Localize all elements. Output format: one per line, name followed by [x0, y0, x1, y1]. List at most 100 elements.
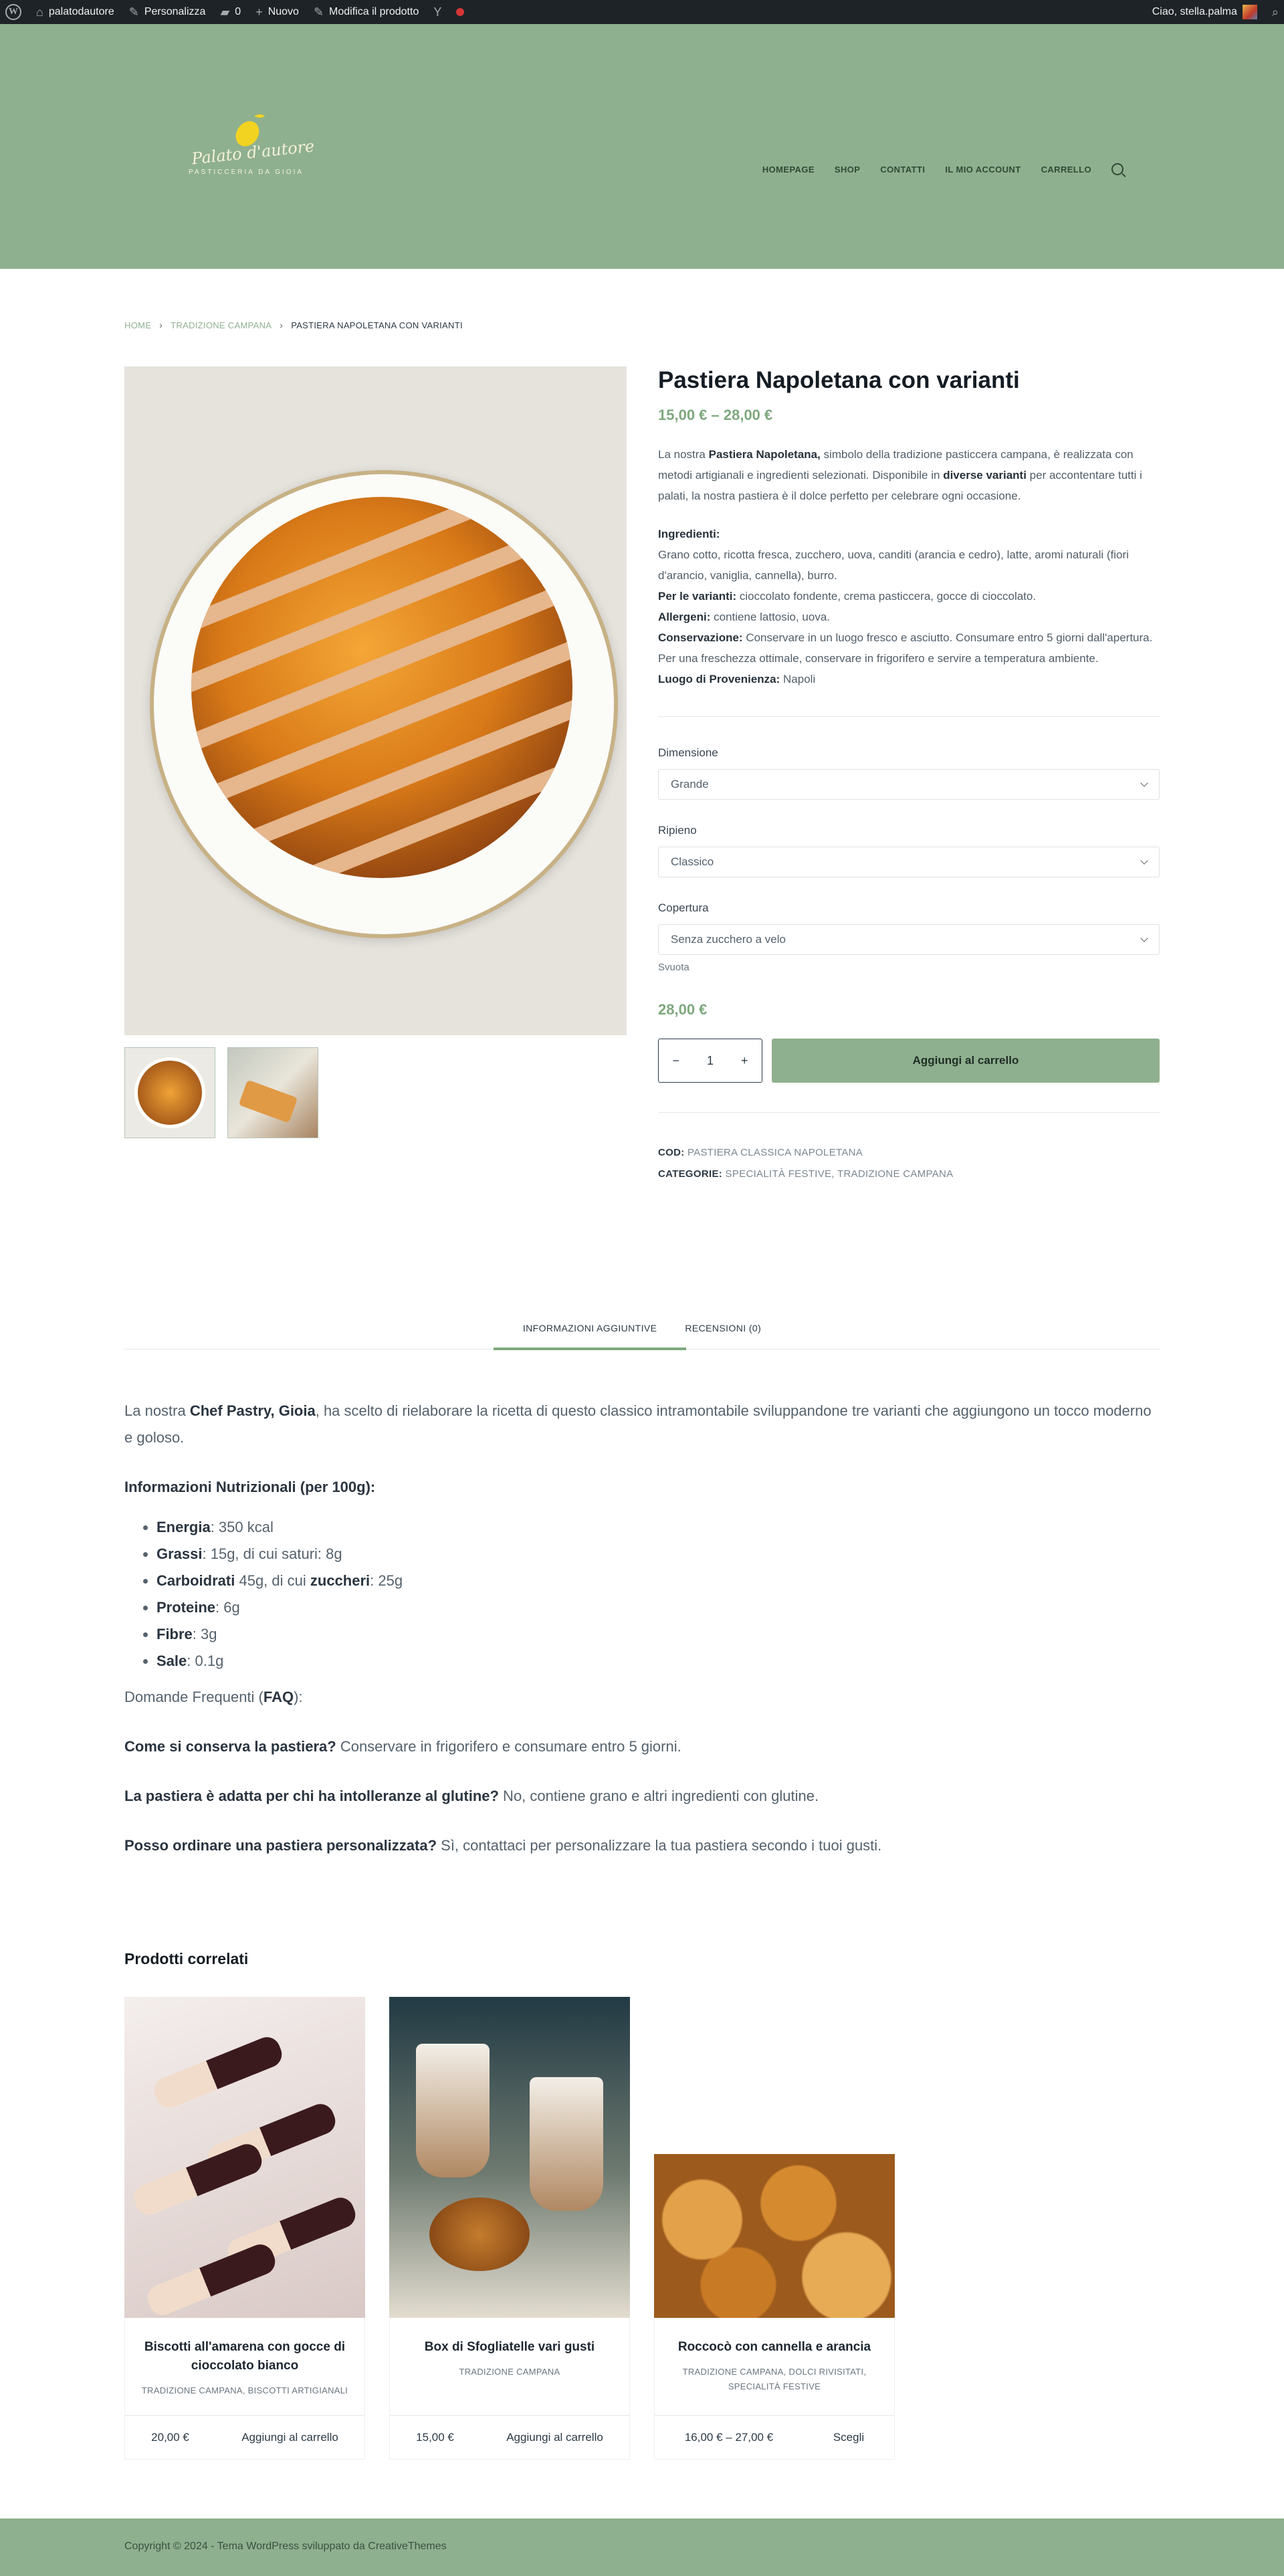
breadcrumb: HOME › TRADIZIONE CAMPANA › PASTIERA NAP…	[124, 320, 463, 330]
product-card-name[interactable]: Box di Sfogliatelle vari gusti	[403, 2338, 616, 2357]
quantity-stepper: − 1 +	[658, 1039, 762, 1083]
product-card-body: Box di Sfogliatelle vari gusti TRADIZION…	[389, 2318, 630, 2416]
select-ripieno[interactable]: Classico	[658, 847, 1160, 877]
admin-edit-product-link[interactable]: ✎ Modifica il prodotto	[314, 6, 419, 18]
nutrition-title: Informazioni Nutrizionali (per 100g):	[124, 1479, 376, 1495]
nav-contatti[interactable]: CONTATTI	[880, 165, 925, 175]
plus-icon[interactable]: +	[741, 1054, 748, 1068]
minus-icon[interactable]: −	[672, 1054, 679, 1068]
product-card-body: Biscotti all'amarena con gocce di ciocco…	[124, 2318, 365, 2416]
product-card: Biscotti all'amarena con gocce di ciocco…	[124, 1997, 365, 2460]
related-products: Biscotti all'amarena con gocce di ciocco…	[124, 1997, 895, 2460]
admin-site-link[interactable]: ⌂ palatodautore	[36, 6, 114, 18]
wordpress-logo-icon[interactable]: W	[5, 4, 21, 20]
faq-title: Domande Frequenti (FAQ):	[124, 1689, 303, 1705]
product-specs: Ingredienti: Grano cotto, ricotta fresca…	[658, 528, 1153, 685]
thumbnail-2[interactable]	[227, 1047, 318, 1138]
yoast-icon[interactable]: Y	[433, 6, 441, 18]
nutrition-list: Energia: 350 kcal Grassi: 15g, di cui sa…	[156, 1514, 1160, 1675]
nav-cart[interactable]: CARRELLO	[1041, 165, 1091, 175]
nav-account[interactable]: IL MIO ACCOUNT	[945, 165, 1021, 175]
product-title: Pastiera Napoletana con varianti	[658, 367, 1020, 393]
intro-paragraph: La nostra Chef Pastry, Gioia, ha scelto …	[124, 1402, 1152, 1446]
product-meta: COD: PASTIERA CLASSICA NAPOLETANA CATEGO…	[658, 1147, 954, 1180]
product-card-price: 15,00 €	[416, 2431, 454, 2444]
product-card-price: 16,00 € – 27,00 €	[684, 2431, 774, 2444]
admin-new-link[interactable]: + Nuovo	[255, 6, 299, 18]
copyright-text: Copyright © 2024 - Tema WordPress svilup…	[124, 2541, 447, 2552]
variation-label-ripieno: Ripieno	[658, 824, 697, 837]
tab-reviews[interactable]: RECENSIONI (0)	[685, 1320, 761, 1349]
category-link-festive[interactable]: SPECIALITÀ FESTIVE	[726, 1168, 832, 1180]
admin-comments-link[interactable]: ▰ 0	[220, 6, 241, 18]
product-card-action[interactable]: Scegli	[833, 2431, 864, 2444]
chevron-down-icon	[1140, 779, 1148, 787]
product-card: Box di Sfogliatelle vari gusti TRADIZION…	[389, 1997, 630, 2460]
product-card-footer: 15,00 € Aggiungi al carrello	[389, 2416, 630, 2460]
breadcrumb-category[interactable]: TRADIZIONE CAMPANA	[171, 320, 272, 330]
search-icon[interactable]	[1111, 163, 1124, 175]
chevron-down-icon	[1140, 934, 1148, 942]
tab-content: La nostra Chef Pastry, Gioia, ha scelto …	[124, 1398, 1160, 1882]
site-header: Palato d'autore PASTICCERIA DA GIOIA HOM…	[0, 24, 1284, 269]
admin-account-link[interactable]: Ciao, stella.palma	[1152, 5, 1257, 19]
product-main-image[interactable]	[124, 366, 627, 1035]
variation-label-dimensione: Dimensione	[658, 746, 718, 759]
site-logo[interactable]: Palato d'autore PASTICCERIA DA GIOIA	[187, 110, 316, 203]
product-card-action[interactable]: Aggiungi al carrello	[241, 2431, 338, 2444]
product-thumbnails	[124, 1047, 318, 1138]
chevron-right-icon: ›	[159, 320, 163, 330]
admin-search-icon[interactable]: ⌕	[1272, 6, 1279, 18]
product-card-price: 20,00 €	[151, 2431, 189, 2444]
add-to-cart-row: − 1 + Aggiungi al carrello	[658, 1039, 1160, 1083]
select-dimensione[interactable]: Grande	[658, 769, 1160, 800]
lattice-shape	[191, 497, 572, 878]
list-item: Sale: 0.1g	[156, 1648, 1160, 1675]
product-tabs: INFORMAZIONI AGGIUNTIVE RECENSIONI (0)	[124, 1320, 1160, 1350]
product-card-categories: TRADIZIONE CAMPANA	[459, 2367, 560, 2377]
select-copertura[interactable]: Senza zucchero a velo	[658, 924, 1160, 955]
list-item: Carboidrati 45g, di cui zuccheri: 25g	[156, 1568, 1160, 1594]
product-card-image[interactable]	[654, 1997, 895, 2318]
nav-homepage[interactable]: HOMEPAGE	[762, 165, 815, 175]
sku-value: PASTIERA CLASSICA NAPOLETANA	[687, 1147, 863, 1158]
add-to-cart-button[interactable]: Aggiungi al carrello	[772, 1039, 1160, 1083]
avatar	[1242, 5, 1257, 19]
variation-price: 28,00 €	[658, 1001, 708, 1018]
related-title: Prodotti correlati	[124, 1950, 249, 1967]
product-card-body: Roccocò con cannella e arancia TRADIZION…	[654, 2318, 895, 2416]
category-link-campana[interactable]: TRADIZIONE CAMPANA	[837, 1168, 953, 1180]
variation-label-copertura: Copertura	[658, 901, 709, 914]
breadcrumb-home[interactable]: HOME	[124, 320, 151, 330]
list-item: Proteine: 6g	[156, 1594, 1160, 1621]
admin-customize-link[interactable]: ✎ Personalizza	[129, 6, 206, 18]
faq-item: Posso ordinare una pastiera personalizza…	[124, 1837, 882, 1854]
product-description: La nostra Pastiera Napoletana, simbolo d…	[658, 448, 1142, 502]
product-card-categories: TRADIZIONE CAMPANA, DOLCI RIVISITATI, SP…	[682, 2367, 867, 2391]
product-card-name[interactable]: Roccocò con cannella e arancia	[668, 2338, 881, 2357]
home-icon: ⌂	[36, 5, 43, 19]
brush-icon: ✎	[128, 5, 139, 19]
reset-variations-link[interactable]: Svuota	[658, 962, 1160, 973]
nav-shop[interactable]: SHOP	[835, 165, 860, 175]
comment-icon: ▰	[220, 5, 230, 19]
product-card-action[interactable]: Aggiungi al carrello	[506, 2431, 603, 2444]
quantity-value[interactable]: 1	[707, 1054, 714, 1068]
faq-item: Come si conserva la pastiera? Conservare…	[124, 1738, 681, 1755]
divider	[658, 1112, 1160, 1113]
site-footer: Copyright © 2024 - Tema WordPress svilup…	[0, 2518, 1284, 2576]
product-price-range: 15,00 € – 28,00 €	[658, 407, 773, 423]
product-card-footer: 20,00 € Aggiungi al carrello	[124, 2416, 365, 2460]
product-summary: Pastiera Napoletana con varianti 15,00 €…	[658, 366, 1160, 1185]
thumbnail-1[interactable]	[124, 1047, 215, 1138]
list-item: Grassi: 15g, di cui saturi: 8g	[156, 1541, 1160, 1568]
product-card-categories: TRADIZIONE CAMPANA, BISCOTTI ARTIGIANALI	[141, 2385, 348, 2395]
tab-additional-info[interactable]: INFORMAZIONI AGGIUNTIVE	[493, 1320, 686, 1350]
product-card-name[interactable]: Biscotti all'amarena con gocce di ciocco…	[138, 2338, 351, 2375]
plus-icon: +	[255, 5, 263, 19]
chevron-right-icon: ›	[280, 320, 284, 330]
product-card-image[interactable]	[124, 1997, 365, 2318]
list-item: Energia: 350 kcal	[156, 1514, 1160, 1541]
product-card-image[interactable]	[389, 1997, 630, 2318]
faq-item: La pastiera è adatta per chi ha intoller…	[124, 1788, 819, 1804]
